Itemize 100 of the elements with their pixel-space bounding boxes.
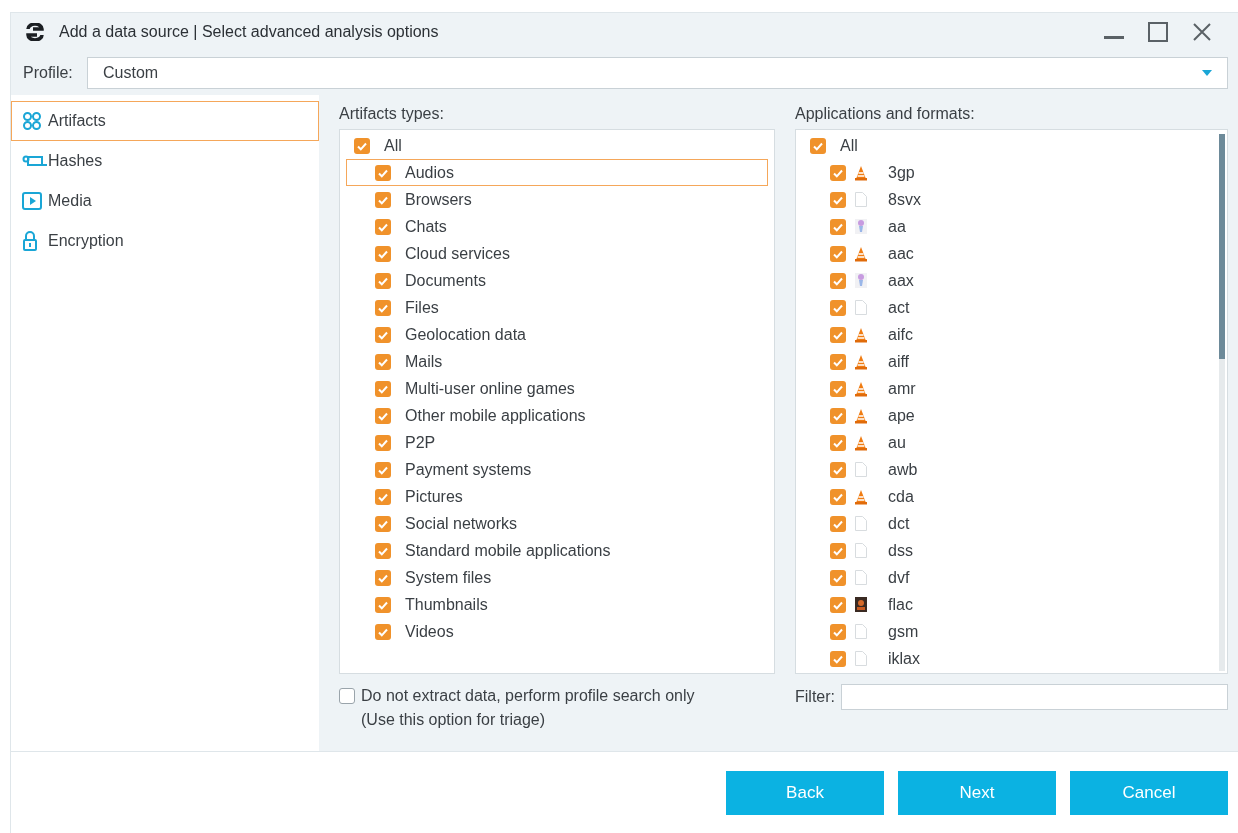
profile-label: Profile:	[23, 63, 74, 83]
list-item-label: All	[384, 135, 402, 156]
sidebar-item[interactable]: Artifacts	[11, 101, 319, 141]
checkbox-note: (Use this option for triage)	[361, 710, 547, 730]
checkbox[interactable]	[375, 407, 391, 424]
format-label: dct	[888, 513, 910, 534]
format-label: aiff	[888, 351, 910, 372]
section-heading: Artifacts types:	[339, 104, 445, 124]
checkbox[interactable]	[830, 218, 846, 235]
figure-icon	[854, 272, 868, 289]
filter-field[interactable]	[841, 684, 1228, 710]
checkbox[interactable]	[830, 515, 846, 532]
checkbox[interactable]	[375, 299, 391, 316]
list-item-label: All	[840, 135, 858, 156]
artifact-row[interactable]: Files	[346, 294, 768, 321]
cone-icon	[854, 326, 868, 343]
checkbox[interactable]	[830, 245, 846, 262]
checkbox[interactable]	[830, 380, 846, 397]
format-label: flac	[888, 594, 913, 615]
format-label: dss	[888, 540, 913, 561]
format-label: gsm	[888, 621, 919, 642]
file-icon	[854, 299, 868, 316]
artifact-row[interactable]: Cloud services	[346, 240, 768, 267]
checkbox-label: Do not extract data, perform profile search only	[361, 686, 695, 706]
checkbox[interactable]	[375, 245, 391, 262]
checkbox[interactable]	[375, 488, 391, 505]
checkbox[interactable]	[830, 569, 846, 586]
artifact-row[interactable]: Geolocation data	[346, 321, 768, 348]
artifact-row[interactable]: Chats	[346, 213, 768, 240]
filter-label: Filter:	[795, 687, 835, 707]
artifact-row[interactable]: System files	[346, 564, 768, 591]
artifact-row[interactable]: Browsers	[346, 186, 768, 213]
checkbox[interactable]	[830, 542, 846, 559]
artifact-row[interactable]: Multi-user online games	[346, 375, 768, 402]
checkbox[interactable]	[375, 569, 391, 586]
artifact-row[interactable]: Audios	[346, 159, 768, 186]
artifact-row[interactable]: Mails	[346, 348, 768, 375]
maximize-icon	[1148, 22, 1168, 42]
checkbox[interactable]	[375, 353, 391, 370]
cone-icon	[854, 380, 868, 397]
file-icon	[854, 650, 868, 667]
scrollbar-thumb[interactable]	[1219, 134, 1225, 359]
checkbox[interactable]	[830, 407, 846, 424]
checkbox[interactable]	[830, 164, 846, 181]
cone-icon	[854, 245, 868, 262]
checkbox[interactable]	[830, 488, 846, 505]
checkbox[interactable]	[375, 191, 391, 208]
artifact-row[interactable]: Documents	[346, 267, 768, 294]
checkbox[interactable]	[375, 218, 391, 235]
artifact-row[interactable]: P2P	[346, 429, 768, 456]
file-icon	[854, 542, 868, 559]
file-icon	[854, 569, 868, 586]
artifact-row[interactable]: Other mobile applications	[346, 402, 768, 429]
sidebar-item[interactable]: Encryption	[11, 221, 319, 261]
figure-icon	[854, 218, 868, 235]
checkbox[interactable]	[375, 623, 391, 640]
checkbox[interactable]	[375, 461, 391, 478]
format-label: aifc	[888, 324, 913, 345]
checkbox[interactable]	[830, 434, 846, 451]
format-label: ape	[888, 405, 915, 426]
checkbox[interactable]	[375, 326, 391, 343]
sidebar-item[interactable]: Hashes	[11, 141, 319, 181]
checkbox[interactable]	[830, 596, 846, 613]
checkbox[interactable]	[375, 272, 391, 289]
dark-file-icon	[854, 596, 868, 613]
tag-icon	[22, 154, 48, 168]
artifact-row[interactable]: Thumbnails	[346, 591, 768, 618]
artifact-row[interactable]: Pictures	[346, 483, 768, 510]
checkbox[interactable]	[830, 326, 846, 343]
checkbox[interactable]	[339, 688, 355, 704]
checkbox[interactable]	[830, 461, 846, 478]
checkbox[interactable]	[830, 623, 846, 640]
close-icon	[1193, 23, 1211, 41]
dropdown-arrow-icon	[1202, 70, 1212, 76]
checkbox[interactable]	[830, 299, 846, 316]
checkbox[interactable]	[830, 272, 846, 289]
profile-dropdown[interactable]: Custom	[87, 57, 1228, 89]
file-icon	[854, 461, 868, 478]
format-label: aa	[888, 216, 906, 237]
checkbox[interactable]	[375, 542, 391, 559]
checkbox[interactable]	[375, 596, 391, 613]
format-label: 8svx	[888, 189, 921, 210]
artifact-row[interactable]: Payment systems	[346, 456, 768, 483]
checkbox[interactable]	[375, 434, 391, 451]
checkbox[interactable]	[375, 380, 391, 397]
artifact-row[interactable]: Social networks	[346, 510, 768, 537]
file-icon	[854, 623, 868, 640]
checkbox[interactable]	[830, 191, 846, 208]
checkbox[interactable]	[810, 137, 826, 154]
artifact-row[interactable]: Videos	[346, 618, 768, 645]
checkbox[interactable]	[830, 353, 846, 370]
format-label: awb	[888, 459, 918, 480]
artifact-row[interactable]: Standard mobile applications	[346, 537, 768, 564]
sidebar-item[interactable]: Media	[11, 181, 319, 221]
checkbox[interactable]	[830, 650, 846, 667]
checkbox[interactable]	[375, 515, 391, 532]
format-label: 3gp	[888, 162, 915, 183]
file-icon	[854, 515, 868, 532]
checkbox[interactable]	[354, 137, 370, 154]
checkbox[interactable]	[375, 164, 391, 181]
